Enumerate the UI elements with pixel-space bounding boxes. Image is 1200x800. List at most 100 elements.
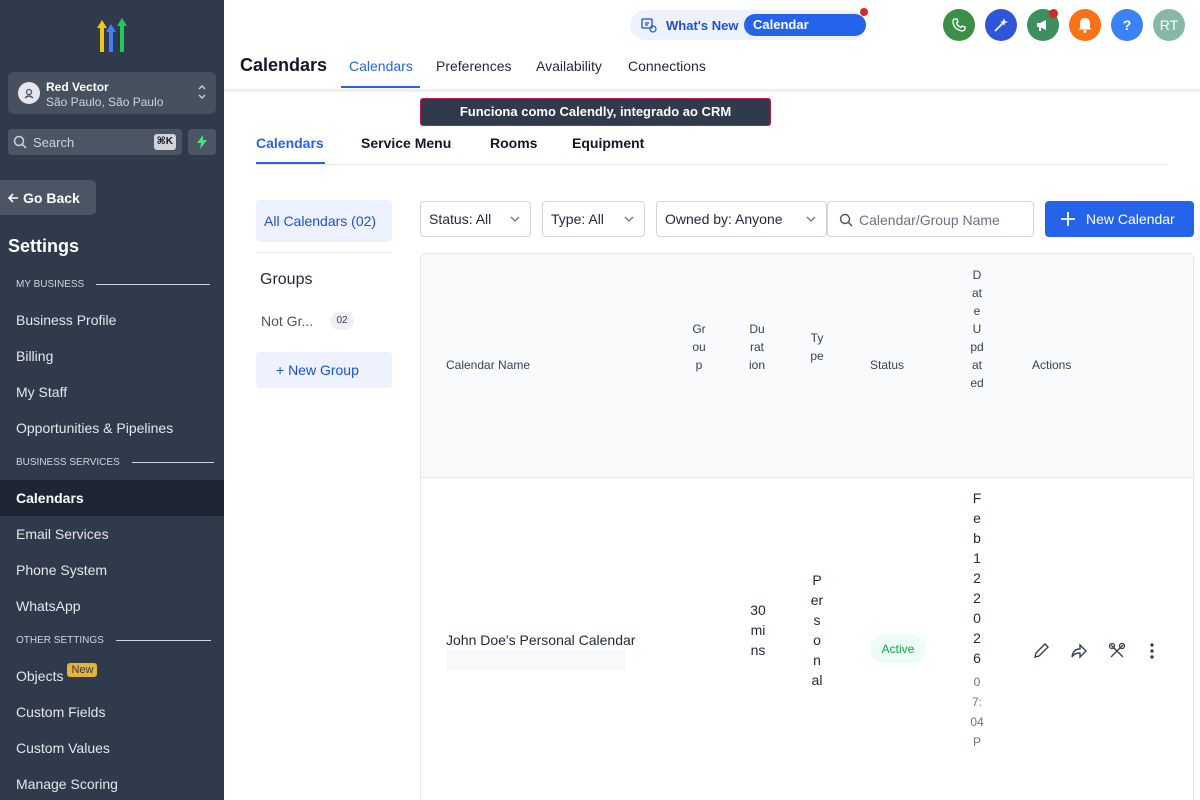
announcements-button[interactable] <box>1027 9 1059 41</box>
owner-filter[interactable]: Owned by: Anyone <box>656 201 827 237</box>
user-avatar[interactable]: RT <box>1153 9 1185 41</box>
share-arrow-icon <box>1071 643 1087 659</box>
bell-icon <box>1078 18 1092 33</box>
header-divider <box>224 89 1200 92</box>
calendar-subtitle-placeholder <box>446 650 626 670</box>
type-cell: Personal <box>810 572 824 688</box>
account-name: Red Vector <box>46 80 109 94</box>
sidebar-item-whatsapp[interactable]: WhatsApp <box>16 598 81 614</box>
group-not-grouped[interactable]: Not Gr... <box>261 313 313 329</box>
sidebar-item-custom-values[interactable]: Custom Values <box>16 740 110 756</box>
edit-button[interactable] <box>1030 640 1052 662</box>
subtab-rooms[interactable]: Rooms <box>490 135 537 151</box>
sidebar-item-email-services[interactable]: Email Services <box>16 526 109 542</box>
objects-label: Objects <box>16 668 64 684</box>
status-filter[interactable]: Status: All <box>420 201 531 237</box>
calendar-name-cell[interactable]: John Doe's Personal Calendar <box>446 632 635 648</box>
notification-dot <box>860 8 868 16</box>
duration-cell: 30mins <box>750 602 766 658</box>
new-calendar-button[interactable]: New Calendar <box>1045 201 1194 237</box>
chevron-down-icon <box>510 216 520 222</box>
owner-filter-label: Owned by: Anyone <box>665 211 783 227</box>
subtab-equipment[interactable]: Equipment <box>572 135 644 151</box>
all-calendars-filter[interactable]: All Calendars (02) <box>256 200 392 242</box>
search-icon <box>839 213 853 227</box>
col-status[interactable]: Status <box>870 358 904 372</box>
notifications-button[interactable] <box>1069 9 1101 41</box>
whats-new-label: What's New <box>666 18 739 33</box>
type-filter[interactable]: Type: All <box>542 201 645 237</box>
tab-availability[interactable]: Availability <box>536 58 602 74</box>
subtab-divider <box>256 164 1168 165</box>
sidebar-item-custom-fields[interactable]: Custom Fields <box>16 704 105 720</box>
phone-icon <box>952 18 966 32</box>
sidebar-item-business-profile[interactable]: Business Profile <box>16 312 116 328</box>
status-badge: Active <box>870 635 926 663</box>
sidebar: Red Vector São Paulo, São Paulo Search ⌘… <box>0 0 224 800</box>
time-cell: 07:04P <box>970 675 984 749</box>
whats-new-widget[interactable]: What's New Calendar Updates <box>630 8 868 54</box>
sidebar-item-billing[interactable]: Billing <box>16 348 53 364</box>
col-group[interactable]: Group <box>692 320 706 374</box>
subtab-service-menu[interactable]: Service Menu <box>361 135 451 151</box>
lightning-icon <box>197 135 207 149</box>
chevron-down-icon <box>624 216 634 222</box>
plus-icon <box>1061 212 1075 226</box>
announcement-icon <box>641 18 657 33</box>
type-filter-label: Type: All <box>551 211 604 227</box>
col-actions: Actions <box>1032 358 1072 372</box>
settings-title: Settings <box>8 236 80 256</box>
subtab-calendars[interactable]: Calendars <box>256 135 324 151</box>
shortcut-badge: ⌘K <box>153 134 176 150</box>
sidebar-search[interactable]: Search ⌘K <box>8 129 182 155</box>
info-banner: Funciona como Calendly, integrado ao CRM <box>420 98 771 126</box>
section-other-settings: OTHER SETTINGS <box>16 635 211 646</box>
arrow-left-icon <box>7 192 18 203</box>
ai-assistant-button[interactable] <box>985 9 1017 41</box>
page-title: Calendars <box>240 55 328 75</box>
date-cell: Feb122026 <box>972 490 982 666</box>
new-badge: New <box>67 663 98 677</box>
help-button[interactable]: ? <box>1111 9 1143 41</box>
active-subtab-underline <box>256 162 325 164</box>
sidebar-item-my-staff[interactable]: My Staff <box>16 384 67 400</box>
new-calendar-label: New Calendar <box>1086 211 1175 227</box>
sidebar-item-phone-system[interactable]: Phone System <box>16 562 107 578</box>
tab-preferences[interactable]: Preferences <box>436 58 511 74</box>
settings-button[interactable] <box>1106 640 1128 662</box>
tab-connections[interactable]: Connections <box>628 58 706 74</box>
account-location: São Paulo, São Paulo <box>46 95 164 109</box>
tab-calendars[interactable]: Calendars <box>349 58 413 74</box>
sidebar-item-calendars[interactable]: Calendars <box>16 490 84 506</box>
sidebar-item-opportunities[interactable]: Opportunities & Pipelines <box>16 420 173 436</box>
chevron-up-down-icon <box>198 85 206 99</box>
section-my-business: MY BUSINESS <box>16 279 211 290</box>
sidebar-item-manage-scoring[interactable]: Manage Scoring <box>16 776 118 792</box>
account-switcher[interactable]: Red Vector São Paulo, São Paulo <box>8 72 216 114</box>
col-calendar-name[interactable]: Calendar Name <box>446 358 530 372</box>
go-back-button[interactable]: Go Back <box>0 180 96 215</box>
col-duration[interactable]: Duration <box>749 320 765 374</box>
tools-icon <box>1108 642 1126 658</box>
notification-dot <box>1049 9 1058 18</box>
new-group-button[interactable]: + New Group <box>256 352 392 388</box>
quick-actions-button[interactable] <box>188 129 216 155</box>
location-pin-icon <box>18 82 40 104</box>
chevron-down-icon <box>806 216 816 222</box>
groups-divider <box>256 252 392 253</box>
more-options-button[interactable] <box>1141 640 1163 662</box>
megaphone-icon <box>1037 20 1046 31</box>
active-tab-underline <box>341 86 420 88</box>
table-header: Calendar Name Group Duration Type Status… <box>421 254 1193 478</box>
col-date-updated[interactable]: DateUpdated <box>970 266 984 392</box>
pencil-icon <box>1034 643 1049 658</box>
group-count-badge: 02 <box>330 312 354 330</box>
status-filter-label: Status: All <box>429 211 492 227</box>
calendar-search-input[interactable]: Calendar/Group Name <box>827 201 1034 237</box>
calendar-updates-pill[interactable]: Calendar Updates <box>744 14 866 54</box>
col-type[interactable]: Type <box>810 329 824 365</box>
phone-button[interactable] <box>943 9 975 41</box>
share-button[interactable] <box>1068 640 1090 662</box>
search-placeholder: Calendar/Group Name <box>859 212 1000 228</box>
sidebar-item-objects[interactable]: Objects New <box>16 663 98 685</box>
